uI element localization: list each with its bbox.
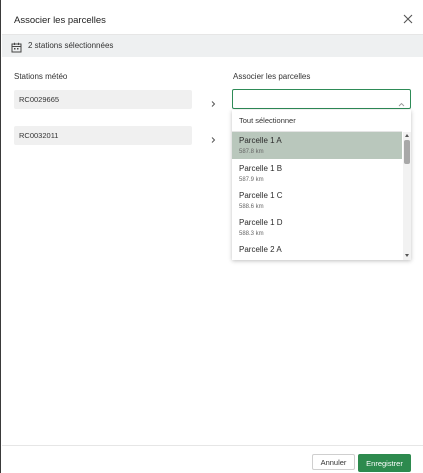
modal-header: Associer les parcelles [2,0,423,35]
parcel-option[interactable]: Parcelle 2 A [232,241,402,260]
station-row: RC0029665 [14,90,192,109]
station-row: RC0032011 [14,126,192,145]
parcel-distance: 588.6 km [239,204,264,210]
dropdown-scrollbar[interactable] [403,132,411,260]
parcel-option[interactable]: Parcelle 1 C 588.6 km [232,187,402,214]
close-icon[interactable] [402,12,414,24]
parcel-distance: 587.8 km [239,149,264,155]
select-all-label: Tout sélectionner [239,116,296,125]
parcel-name: Parcelle 1 B [239,164,283,173]
parcel-distance: 588.3 km [239,231,264,237]
cancel-button[interactable]: Annuler [312,454,355,470]
modal-title: Associer les parcelles [14,15,106,26]
parcel-name: Parcelle 1 C [239,191,283,200]
station-id: RC0029665 [19,95,60,104]
parcels-column-label: Associer les parcelles [233,72,311,81]
selection-count-text: 2 stations sélectionnées [28,41,114,50]
footer-divider [2,445,423,446]
parcel-distance: 587.9 km [239,177,264,183]
parcel-name: Parcelle 2 A [239,245,282,254]
scroll-up-arrow-icon[interactable] [405,134,409,137]
chevron-up-icon [398,95,405,107]
chevron-right-icon[interactable] [209,131,217,143]
selection-banner: 2 stations sélectionnées [2,35,423,57]
calendar-icon [11,40,22,53]
scrollbar-thumb[interactable] [404,140,410,164]
parcel-select[interactable] [232,89,411,109]
parcel-name: Parcelle 1 D [239,218,283,227]
parcel-dropdown-list: Tout sélectionner Parcelle 1 A 587.8 km … [232,110,411,260]
station-id: RC0032011 [19,131,59,140]
parcel-name: Parcelle 1 A [239,136,282,145]
stations-column-label: Stations météo [14,72,68,81]
scroll-down-arrow-icon[interactable] [405,254,409,257]
window-edge [0,0,1,473]
chevron-right-icon[interactable] [209,95,217,107]
select-all-option[interactable]: Tout sélectionner [232,110,402,130]
parcel-option[interactable]: Parcelle 1 D 588.3 km [232,214,402,241]
associate-parcels-modal: Associer les parcelles 2 stations sélect… [2,0,423,473]
parcel-option[interactable]: Parcelle 1 A 587.8 km [232,132,402,159]
save-button[interactable]: Enregistrer [358,454,411,472]
parcel-option[interactable]: Parcelle 1 B 587.9 km [232,160,402,187]
